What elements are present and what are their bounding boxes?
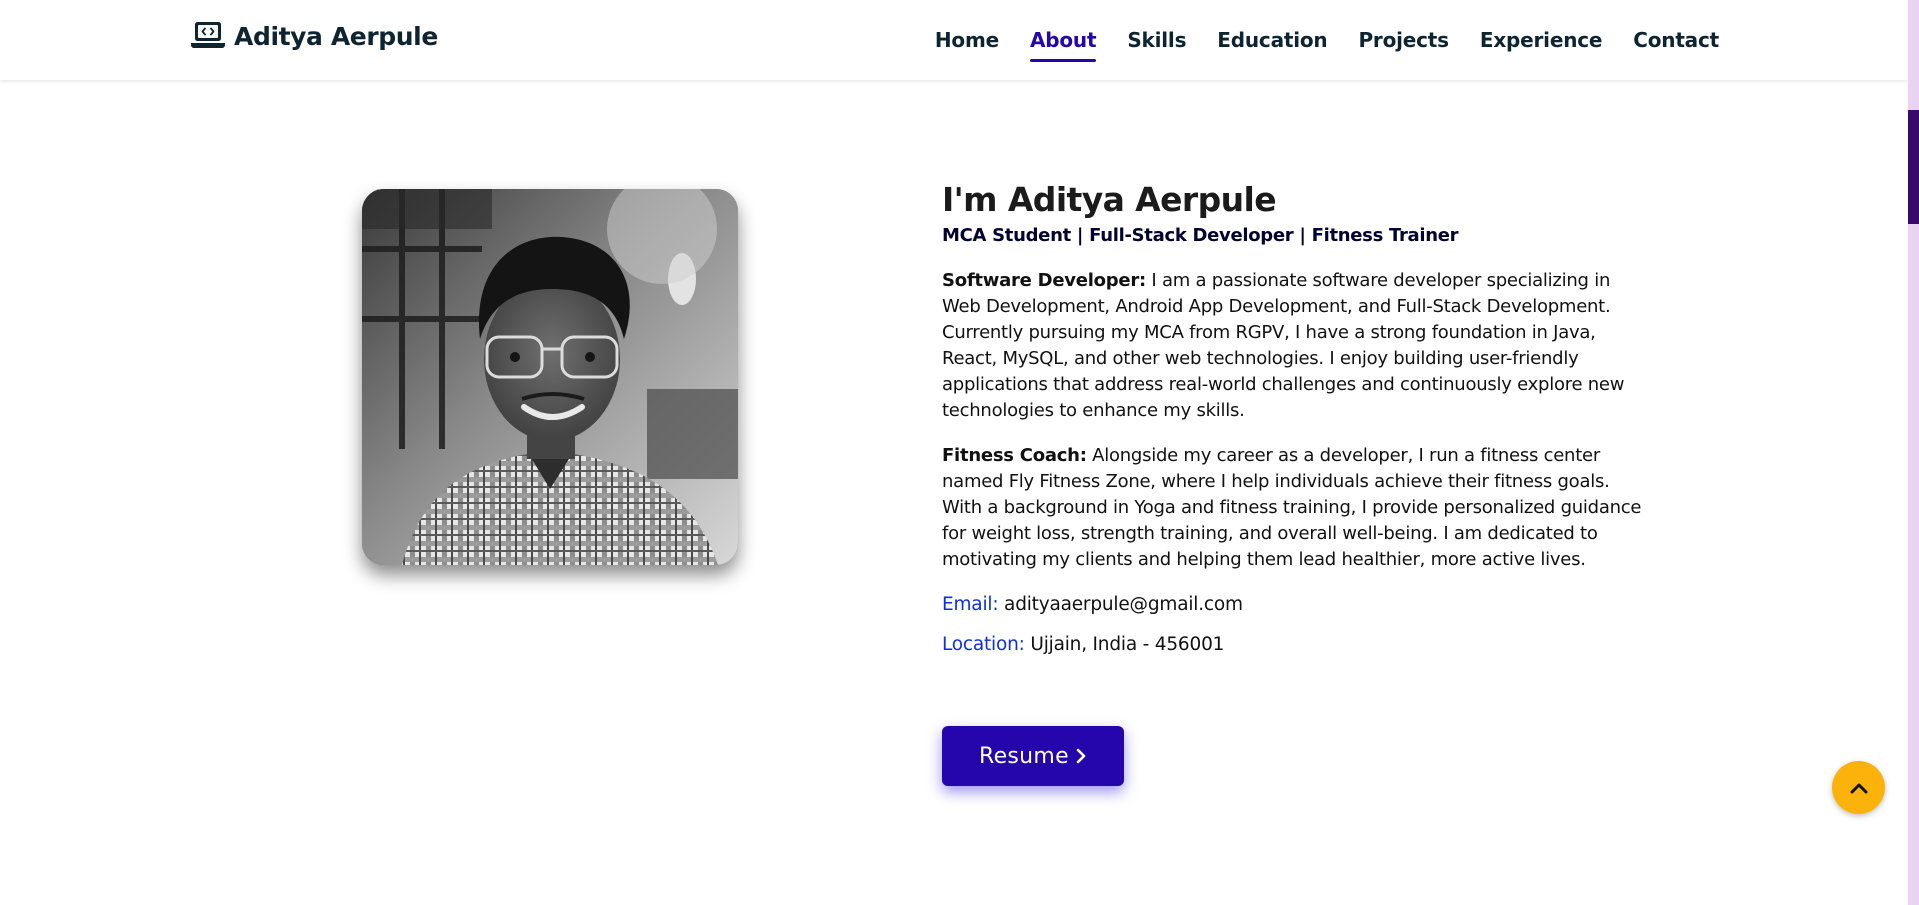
email-row: Email: adityaaerpule@gmail.com <box>942 594 1662 615</box>
scrollbar-thumb[interactable] <box>1908 110 1919 224</box>
brand-link[interactable]: Aditya Aerpule <box>190 20 438 52</box>
nav-home[interactable]: Home <box>935 22 999 58</box>
software-label: Software Developer: <box>942 270 1146 291</box>
brand-name: Aditya Aerpule <box>234 21 438 51</box>
scroll-to-top-button[interactable] <box>1832 761 1885 814</box>
nav-projects[interactable]: Projects <box>1358 22 1449 58</box>
email-label: Email: <box>942 594 999 615</box>
location-label: Location: <box>942 634 1025 655</box>
nav-skills[interactable]: Skills <box>1127 22 1186 58</box>
location-row: Location: Ujjain, India - 456001 <box>942 634 1662 655</box>
nav-about[interactable]: About <box>1029 22 1097 62</box>
resume-button[interactable]: Resume <box>942 726 1124 786</box>
main-nav: Home About Skills Education Projects Exp… <box>935 0 1719 80</box>
email-value[interactable]: adityaaerpule@gmail.com <box>998 594 1243 615</box>
chevron-up-icon <box>1850 783 1867 793</box>
software-paragraph: Software Developer: I am a passionate so… <box>942 268 1654 424</box>
chevron-right-icon <box>1076 748 1086 764</box>
nav-experience[interactable]: Experience <box>1480 22 1603 58</box>
about-section: I'm Aditya Aerpule MCA Student | Full-St… <box>942 178 1662 655</box>
software-text: I am a passionate software developer spe… <box>942 270 1625 421</box>
about-title: I'm Aditya Aerpule <box>942 180 1277 219</box>
nav-education[interactable]: Education <box>1217 22 1327 58</box>
location-value: Ujjain, India - 456001 <box>1024 634 1225 655</box>
about-subtitle: MCA Student | Full-Stack Developer | Fit… <box>942 225 1459 246</box>
resume-label: Resume <box>978 743 1069 769</box>
fitness-label: Fitness Coach: <box>942 445 1087 466</box>
fitness-paragraph: Fitness Coach: Alongside my career as a … <box>942 443 1654 573</box>
site-header: Aditya Aerpule Home About Skills Educati… <box>0 0 1908 80</box>
nav-contact[interactable]: Contact <box>1633 22 1719 58</box>
laptop-code-icon <box>191 22 225 48</box>
profile-photo <box>362 189 738 565</box>
